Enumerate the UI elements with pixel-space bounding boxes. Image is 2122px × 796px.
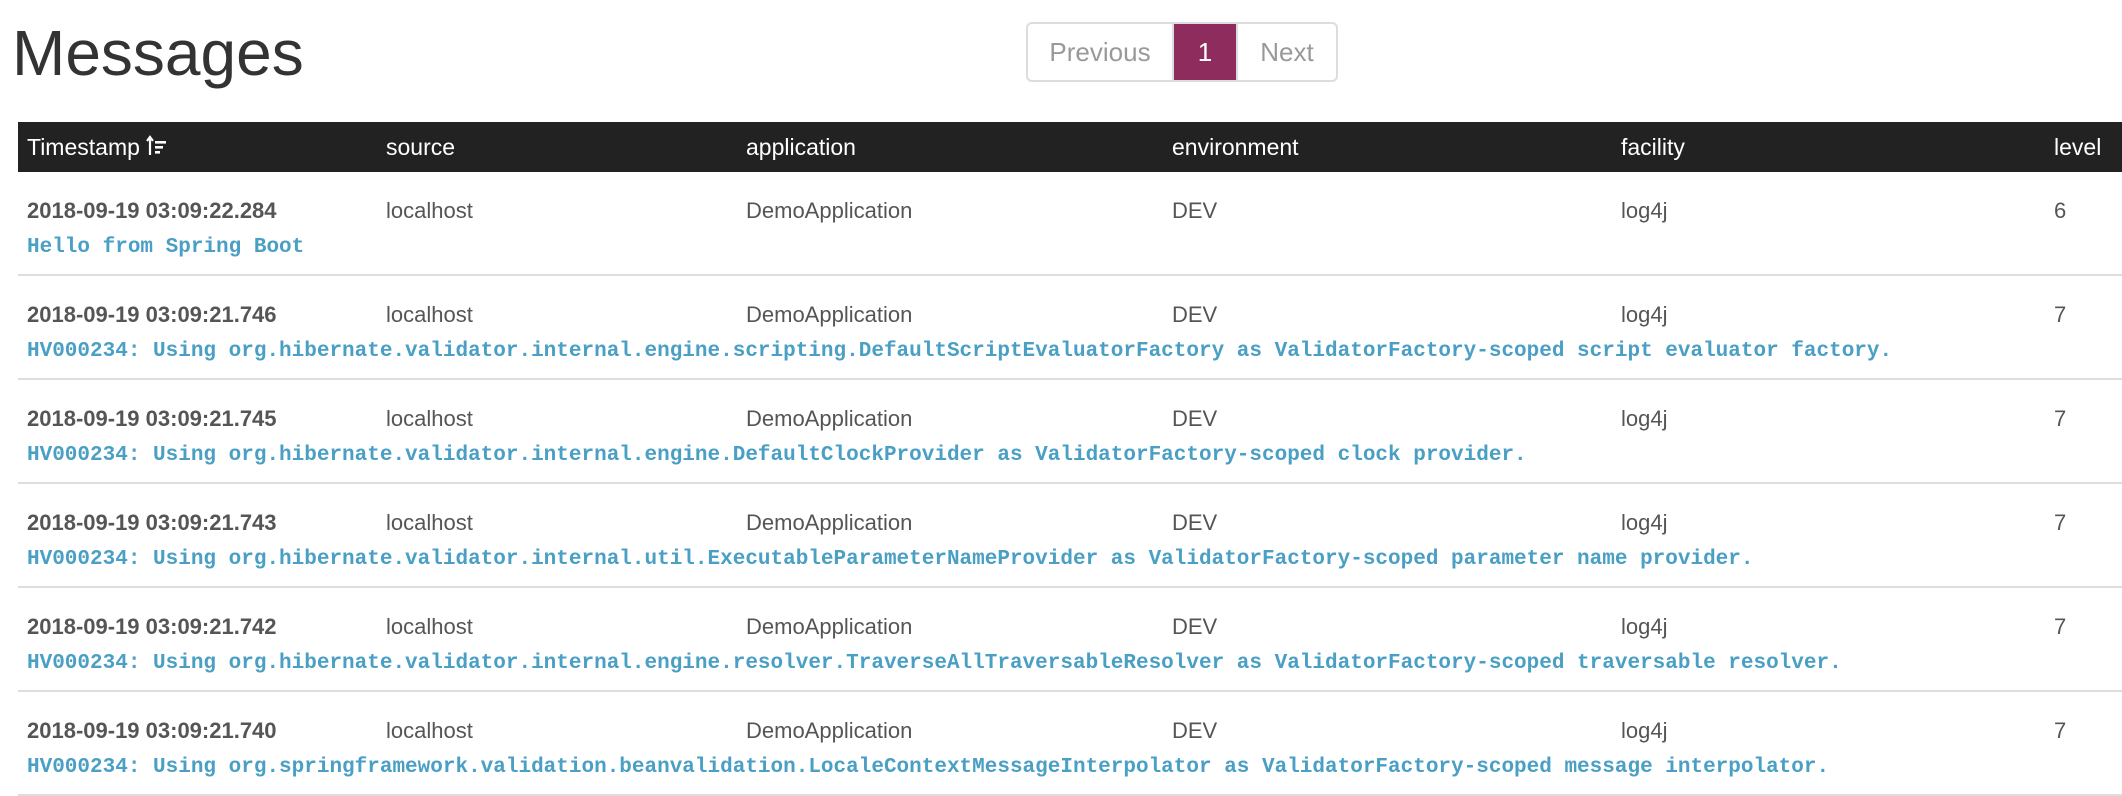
cell-source: localhost xyxy=(386,198,473,223)
table-row[interactable]: 2018-09-19 03:09:22.284 localhost DemoAp… xyxy=(18,172,2122,276)
cell-timestamp: 2018-09-19 03:09:21.742 xyxy=(27,614,277,639)
log-message[interactable]: HV000234: Using org.springframework.vali… xyxy=(27,754,1829,782)
header-facility[interactable]: facility xyxy=(1621,122,1685,172)
cell-level: 7 xyxy=(2054,406,2067,431)
log-message[interactable]: HV000234: Using org.hibernate.validator.… xyxy=(27,442,1527,470)
table-row[interactable]: 2018-09-19 03:09:21.746 localhost DemoAp… xyxy=(18,276,2122,380)
cell-environment: DEV xyxy=(1172,614,1218,639)
previous-page-button[interactable]: Previous xyxy=(1028,24,1174,80)
cell-application: DemoApplication xyxy=(746,510,913,535)
table-row[interactable]: 2018-09-19 03:09:21.743 localhost DemoAp… xyxy=(18,484,2122,588)
next-page-button[interactable]: Next xyxy=(1236,24,1336,80)
messages-table: Timestamp source application environment… xyxy=(18,122,2122,796)
header-timestamp-label: Timestamp xyxy=(27,134,140,160)
cell-level: 7 xyxy=(2054,614,2067,639)
cell-level: 7 xyxy=(2054,302,2067,327)
cell-timestamp: 2018-09-19 03:09:22.284 xyxy=(27,198,277,223)
table-row[interactable]: 2018-09-19 03:09:21.742 localhost DemoAp… xyxy=(18,588,2122,692)
cell-level: 6 xyxy=(2054,198,2067,223)
cell-source: localhost xyxy=(386,718,473,743)
pagination: Previous 1 Next xyxy=(1026,22,1338,82)
cell-level: 7 xyxy=(2054,718,2067,743)
header-source[interactable]: source xyxy=(386,122,455,172)
cell-source: localhost xyxy=(386,614,473,639)
current-page-button[interactable]: 1 xyxy=(1174,24,1236,80)
cell-application: DemoApplication xyxy=(746,614,913,639)
table-header: Timestamp source application environment… xyxy=(18,122,2122,172)
cell-source: localhost xyxy=(386,406,473,431)
cell-environment: DEV xyxy=(1172,510,1218,535)
cell-facility: log4j xyxy=(1621,302,1668,327)
cell-environment: DEV xyxy=(1172,302,1218,327)
cell-facility: log4j xyxy=(1621,406,1668,431)
header-environment[interactable]: environment xyxy=(1172,122,1299,172)
page-header: Messages Previous 1 Next xyxy=(0,0,2122,122)
table-row[interactable]: 2018-09-19 03:09:21.745 localhost DemoAp… xyxy=(18,380,2122,484)
cell-facility: log4j xyxy=(1621,718,1668,743)
cell-application: DemoApplication xyxy=(746,718,913,743)
cell-application: DemoApplication xyxy=(746,198,913,223)
cell-timestamp: 2018-09-19 03:09:21.743 xyxy=(27,510,277,535)
cell-timestamp: 2018-09-19 03:09:21.745 xyxy=(27,406,277,431)
log-message[interactable]: HV000234: Using org.hibernate.validator.… xyxy=(27,546,1753,574)
log-message[interactable]: HV000234: Using org.hibernate.validator.… xyxy=(27,650,1842,678)
cell-facility: log4j xyxy=(1621,614,1668,639)
cell-application: DemoApplication xyxy=(746,406,913,431)
page-title: Messages xyxy=(12,17,304,89)
cell-timestamp: 2018-09-19 03:09:21.740 xyxy=(27,718,277,743)
cell-facility: log4j xyxy=(1621,510,1668,535)
log-message[interactable]: Hello from Spring Boot xyxy=(27,234,304,262)
cell-level: 7 xyxy=(2054,510,2067,535)
header-timestamp[interactable]: Timestamp xyxy=(27,122,166,172)
cell-environment: DEV xyxy=(1172,718,1218,743)
header-level[interactable]: level xyxy=(2054,122,2101,172)
log-message[interactable]: HV000234: Using org.hibernate.validator.… xyxy=(27,338,1892,366)
cell-timestamp: 2018-09-19 03:09:21.746 xyxy=(27,302,277,327)
header-application[interactable]: application xyxy=(746,122,856,172)
cell-environment: DEV xyxy=(1172,406,1218,431)
sort-descending-icon[interactable] xyxy=(146,126,166,155)
table-row[interactable]: 2018-09-19 03:09:21.740 localhost DemoAp… xyxy=(18,692,2122,796)
cell-source: localhost xyxy=(386,302,473,327)
cell-environment: DEV xyxy=(1172,198,1218,223)
cell-facility: log4j xyxy=(1621,198,1668,223)
cell-application: DemoApplication xyxy=(746,302,913,327)
cell-source: localhost xyxy=(386,510,473,535)
